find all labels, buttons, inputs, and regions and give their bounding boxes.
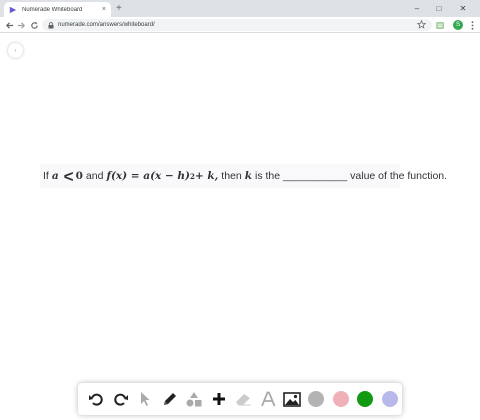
puzzle-icon — [436, 21, 444, 29]
redo-button[interactable] — [108, 387, 132, 412]
back-button[interactable] — [3, 19, 15, 31]
tab-title: Numerade Whiteboard — [22, 6, 83, 13]
question-word-and: and — [85, 170, 104, 182]
undo-icon — [89, 393, 103, 406]
url-text: numerade.com/answers/whiteboard/ — [58, 22, 155, 28]
close-window-button[interactable]: ✕ — [452, 0, 474, 17]
gray-color-circle — [308, 391, 325, 407]
pink-color-circle — [332, 391, 349, 407]
question-text: If a < 0 and f(x) = a(x − h) 2 + k, then … — [40, 164, 447, 188]
pencil-tool-button[interactable] — [157, 387, 181, 412]
text-icon — [260, 391, 275, 407]
math-function-expression: f(x) = a(x − h) — [106, 170, 191, 182]
image-tool-button[interactable] — [280, 387, 304, 412]
forward-button[interactable] — [15, 19, 27, 31]
text-tool-button[interactable] — [255, 387, 279, 412]
menu-kebab-icon[interactable] — [467, 20, 477, 30]
less-than-symbol: < — [63, 167, 74, 186]
chevron-right-icon: › — [14, 47, 17, 54]
select-tool-button[interactable] — [133, 387, 157, 412]
sidebar-toggle-button[interactable]: › — [8, 43, 23, 58]
pointer-icon — [141, 392, 150, 406]
extension-icon[interactable] — [435, 20, 445, 30]
math-zero: 0 — [75, 170, 83, 182]
redo-icon — [114, 393, 128, 406]
color-swatch-gray[interactable] — [304, 387, 328, 412]
maximize-button[interactable]: □ — [428, 0, 450, 17]
question-word-then: then — [221, 170, 242, 182]
eraser-icon — [235, 394, 251, 406]
green-color-circle — [357, 391, 374, 407]
eraser-tool-button[interactable] — [231, 387, 255, 412]
address-bar[interactable]: numerade.com/answers/whiteboard/ — [42, 19, 432, 31]
reload-button[interactable] — [28, 19, 40, 31]
color-swatch-green[interactable] — [353, 387, 377, 412]
shapes-tool-button[interactable] — [182, 387, 206, 412]
undo-button[interactable] — [84, 387, 108, 412]
forward-arrow-icon — [17, 21, 25, 29]
minimize-button[interactable]: – — [406, 0, 428, 17]
plus-icon — [212, 393, 225, 405]
browser-toolbar: numerade.com/answers/whiteboard/ S — [0, 17, 480, 33]
lavender-color-circle — [381, 391, 398, 407]
question-word-if: If — [43, 170, 49, 182]
back-arrow-icon — [5, 21, 13, 29]
math-a: a — [51, 170, 59, 182]
question-blank-sentence: is the ___________ value of the function… — [255, 170, 448, 182]
pencil-icon — [163, 393, 176, 405]
numerade-logo-icon — [9, 6, 17, 13]
browser-tab-strip: Numerade Whiteboard × + – □ ✕ — [0, 0, 480, 17]
browser-tab[interactable]: Numerade Whiteboard × — [4, 2, 111, 17]
bookmark-star-icon[interactable] — [417, 20, 426, 29]
kebab-dots-icon — [471, 20, 473, 30]
color-swatch-pink[interactable] — [329, 387, 353, 412]
profile-avatar[interactable]: S — [453, 20, 463, 30]
math-plus-k: + k, — [194, 170, 219, 182]
add-button[interactable] — [206, 387, 230, 412]
new-tab-button[interactable]: + — [116, 2, 122, 15]
reload-icon — [30, 21, 38, 29]
tab-close-icon[interactable]: × — [102, 6, 106, 13]
math-k: k — [244, 170, 252, 182]
whiteboard-toolbar — [78, 383, 402, 415]
whiteboard-page[interactable]: › If a < 0 and f(x) = a(x − h) 2 + k, the… — [0, 34, 480, 420]
image-icon — [283, 391, 301, 407]
lock-icon — [48, 21, 54, 28]
shapes-icon — [186, 392, 202, 407]
color-swatch-lavender[interactable] — [378, 387, 402, 412]
